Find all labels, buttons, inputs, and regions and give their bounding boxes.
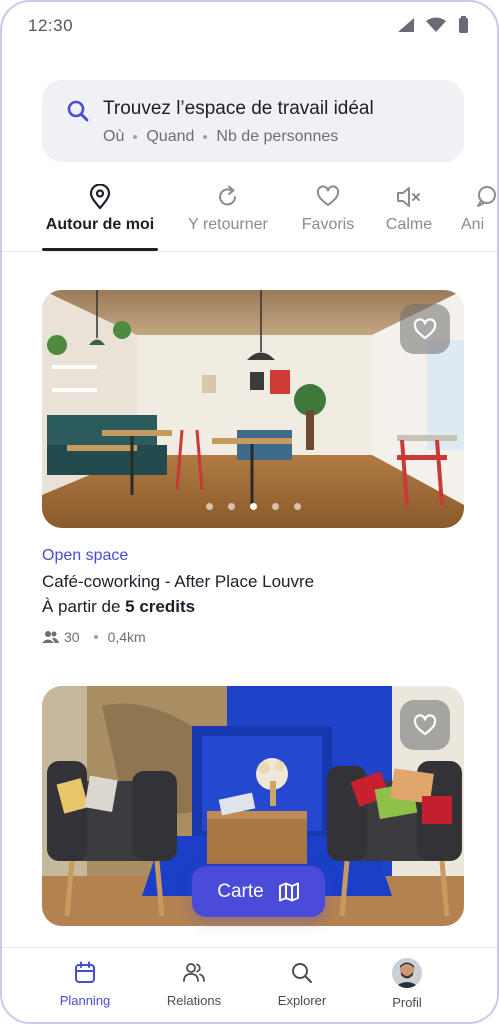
nav-label: Relations <box>166 993 222 1008</box>
nav-profile[interactable]: Profil <box>357 958 457 1010</box>
listing-price: À partir de 5 credits <box>42 597 195 617</box>
tab-quiet[interactable]: Calme <box>378 178 440 248</box>
carousel-dot[interactable] <box>249 503 257 510</box>
wifi-icon <box>426 17 446 32</box>
divider <box>2 251 497 252</box>
people-icon <box>183 963 205 982</box>
listing-distance: 0,4km <box>107 629 146 645</box>
search-filter-people[interactable]: Nb de personnes <box>216 128 338 146</box>
nav-explorer[interactable]: Explorer <box>252 960 352 1008</box>
search-bar[interactable]: Trouvez l’espace de travail idéal Où Qua… <box>42 80 464 162</box>
listing-category: Open space <box>42 547 129 564</box>
carousel-dot[interactable] <box>271 503 279 510</box>
speaker-mute-icon <box>397 187 420 207</box>
nav-planning[interactable]: Planning <box>35 960 135 1008</box>
tab-return[interactable]: Y retourner <box>180 178 276 248</box>
category-tabs: Autour de moi Y retourner Favoris Calme <box>2 178 497 252</box>
battery-icon <box>459 16 468 33</box>
map-icon <box>278 882 299 901</box>
carousel-dot[interactable] <box>205 503 213 510</box>
nav-label: Profil <box>392 995 422 1010</box>
carousel-dots[interactable] <box>42 503 464 510</box>
status-time: 12:30 <box>28 16 74 35</box>
chat-icon <box>477 186 496 207</box>
status-icons <box>397 16 469 34</box>
listing-photo[interactable] <box>42 290 464 528</box>
search-filters: Où Quand Nb de personnes <box>103 128 338 146</box>
map-button-label: Carte <box>217 880 264 902</box>
status-bar: 12:30 <box>2 2 497 50</box>
nav-label: Planning <box>59 993 111 1008</box>
tab-label: Ani <box>461 216 485 233</box>
location-pin-icon <box>89 184 111 210</box>
search-filter-when[interactable]: Quand <box>146 128 194 146</box>
separator-dot <box>203 135 208 139</box>
listing-name[interactable]: Café-coworking - After Place Louvre <box>42 572 314 592</box>
calendar-icon <box>75 961 95 983</box>
price-prefix: À partir de <box>42 597 121 616</box>
tab-animals[interactable]: Ani <box>461 178 497 248</box>
separator-dot <box>133 135 138 139</box>
refresh-icon <box>219 185 236 206</box>
bottom-nav: Planning Relations Explorer Profil <box>2 947 497 1022</box>
people-icon <box>42 631 59 643</box>
tab-label: Autour de moi <box>45 216 155 233</box>
tab-label: Y retourner <box>188 216 268 233</box>
price-value: 5 credits <box>125 597 196 616</box>
favorite-button[interactable] <box>400 304 450 354</box>
avatar <box>392 958 422 988</box>
search-title: Trouvez l’espace de travail idéal <box>103 98 374 119</box>
nav-relations[interactable]: Relations <box>144 960 244 1008</box>
search-icon <box>292 963 312 983</box>
heart-icon <box>413 318 437 340</box>
search-filter-where[interactable]: Où <box>103 128 124 146</box>
heart-icon <box>413 714 437 736</box>
signal-icon <box>398 18 414 32</box>
listing-capacity: 30 <box>64 629 80 645</box>
tab-label: Favoris <box>301 216 355 233</box>
separator-dot <box>93 635 98 639</box>
search-icon <box>67 100 89 122</box>
tab-favorites[interactable]: Favoris <box>296 178 360 248</box>
phone-frame: 12:30 Trouvez l’espace de travail idéal … <box>0 0 499 1024</box>
heart-icon <box>316 185 340 206</box>
listing-meta: 30 0,4km <box>42 629 146 645</box>
carousel-dot[interactable] <box>227 503 235 510</box>
tab-nearby[interactable]: Autour de moi <box>42 178 158 248</box>
carousel-dot[interactable] <box>293 503 301 510</box>
nav-label: Explorer <box>277 993 327 1008</box>
favorite-button[interactable] <box>400 700 450 750</box>
tab-label: Calme <box>385 216 433 233</box>
map-button[interactable]: Carte <box>192 866 325 917</box>
